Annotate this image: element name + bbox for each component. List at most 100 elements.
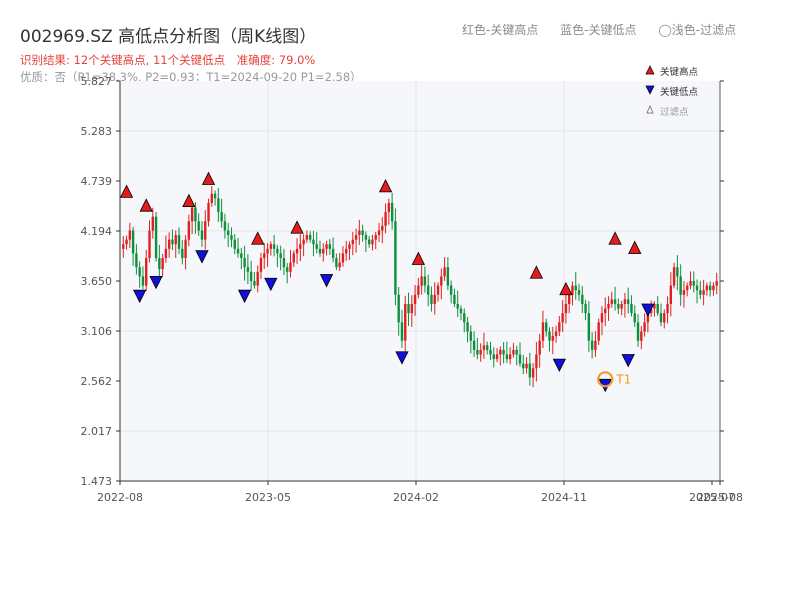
y-tick-label: 3.650	[81, 275, 113, 288]
candle-body	[249, 271, 253, 281]
candle-body	[522, 363, 525, 369]
candle-body	[659, 313, 663, 323]
candle-body	[210, 193, 214, 203]
candle-body	[213, 193, 217, 199]
candle-body	[282, 258, 286, 268]
candle-body	[554, 331, 558, 337]
candle-body	[548, 331, 551, 341]
candle-body	[505, 354, 509, 360]
candle-body	[581, 294, 584, 304]
candle-body	[295, 248, 299, 254]
candle-body	[564, 303, 568, 314]
candle-body	[613, 299, 617, 304]
candle-body	[345, 248, 348, 254]
candle-body	[679, 276, 682, 295]
candle-body	[338, 262, 341, 268]
candle-body	[354, 235, 358, 240]
candle-body	[676, 267, 679, 277]
x-tick-label: 2023-05	[245, 491, 291, 504]
candle-body	[626, 299, 630, 304]
candle-body	[499, 349, 502, 355]
candle-body	[174, 235, 177, 245]
candle-body	[607, 303, 610, 309]
candle-body	[551, 336, 554, 341]
candle-body	[374, 235, 377, 240]
y-tick-label: 4.739	[81, 175, 113, 188]
candle-body	[669, 285, 673, 304]
candle-body	[538, 340, 541, 355]
legend-low-label: 关键低点	[660, 86, 699, 98]
candle-body	[525, 363, 528, 369]
candle-body	[286, 267, 289, 272]
y-tick-label: 5.283	[81, 125, 113, 138]
candle-body	[256, 271, 259, 286]
candle-body	[489, 349, 492, 355]
candle-body	[466, 322, 469, 332]
candle-body	[361, 230, 364, 236]
x-tick-label: 2022-08	[97, 491, 143, 504]
candle-body	[367, 239, 371, 245]
candle-body	[164, 248, 168, 259]
candle-body	[420, 276, 423, 286]
candle-body	[122, 244, 125, 249]
candle-body	[233, 239, 236, 249]
candle-body	[223, 221, 227, 231]
candle-body	[459, 308, 463, 314]
candle-body	[145, 258, 148, 286]
candle-body	[377, 230, 381, 236]
candle-body	[479, 349, 482, 355]
y-tick-label: 5.827	[81, 75, 113, 88]
candle-body	[220, 212, 223, 222]
candle-body	[259, 258, 263, 272]
candle-body	[508, 354, 512, 360]
candle-body	[384, 212, 387, 226]
candle-body	[289, 262, 292, 272]
candle-body	[436, 285, 440, 295]
candle-body	[390, 202, 394, 222]
candle-body	[200, 230, 204, 240]
candle-body	[253, 281, 256, 286]
candle-body	[689, 281, 692, 286]
candle-body	[541, 322, 545, 341]
x-tick-label: 2024-11	[541, 491, 587, 504]
candle-body	[426, 285, 430, 295]
candle-body	[341, 253, 345, 263]
y-tick-label: 3.106	[81, 325, 113, 338]
candle-body	[348, 244, 351, 249]
candle-body	[633, 313, 636, 323]
candle-body	[512, 349, 515, 355]
candle-body	[630, 303, 633, 314]
candle-body	[686, 285, 689, 291]
candle-body	[502, 349, 505, 355]
candle-body	[358, 230, 361, 236]
candle-body	[433, 294, 436, 304]
candle-body	[325, 244, 328, 249]
candle-body	[604, 308, 607, 314]
candle-body	[515, 349, 518, 355]
candle-body	[443, 267, 446, 277]
candle-body	[128, 230, 132, 240]
candle-body	[397, 294, 400, 323]
candle-body	[135, 253, 138, 268]
candle-body	[705, 285, 709, 291]
candle-body	[558, 322, 561, 332]
candle-body	[413, 294, 417, 304]
candle-body	[226, 230, 230, 236]
candle-body	[394, 221, 397, 295]
candle-body	[567, 294, 571, 304]
candle-body	[715, 281, 718, 286]
candle-body	[328, 244, 332, 249]
candle-body	[243, 258, 246, 268]
legend-high-icon	[645, 65, 655, 75]
candle-body	[400, 322, 404, 341]
candle-body	[449, 285, 453, 295]
candle-body	[545, 322, 548, 332]
candle-body	[594, 340, 597, 350]
plot-area	[120, 81, 720, 481]
candle-body	[194, 207, 197, 222]
candle-body	[672, 267, 676, 286]
candle-body	[535, 354, 538, 369]
candle-body	[531, 368, 535, 378]
candle-body	[387, 202, 391, 213]
candle-body	[181, 248, 184, 259]
